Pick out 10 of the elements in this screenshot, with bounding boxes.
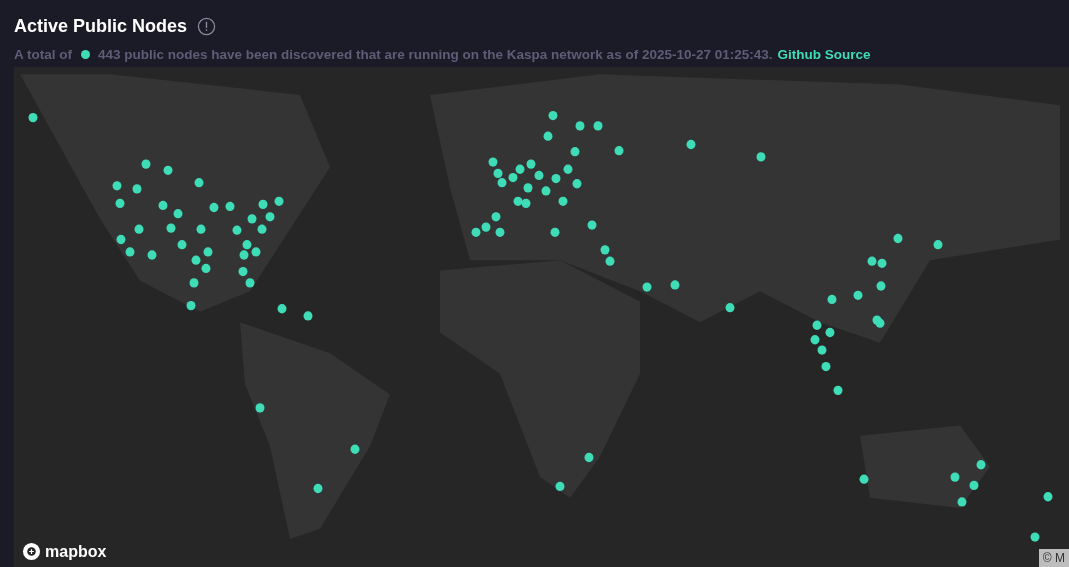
- subtitle-prefix: A total of: [14, 47, 72, 62]
- mapbox-logo[interactable]: mapbox: [22, 542, 107, 561]
- node-dot-icon: [81, 50, 90, 59]
- subtitle-text: 443 public nodes have been discovered that are running on the Kaspa network as of 2025-10-27 01:25:43.: [98, 47, 773, 62]
- map-panel[interactable]: mapbox © M: [14, 67, 1069, 567]
- github-source-link[interactable]: Github Source: [777, 47, 871, 62]
- page-title: Active Public Nodes: [14, 16, 188, 37]
- mapbox-icon: [22, 542, 41, 561]
- map-attribution[interactable]: © M: [1038, 549, 1069, 567]
- info-icon[interactable]: [197, 17, 217, 36]
